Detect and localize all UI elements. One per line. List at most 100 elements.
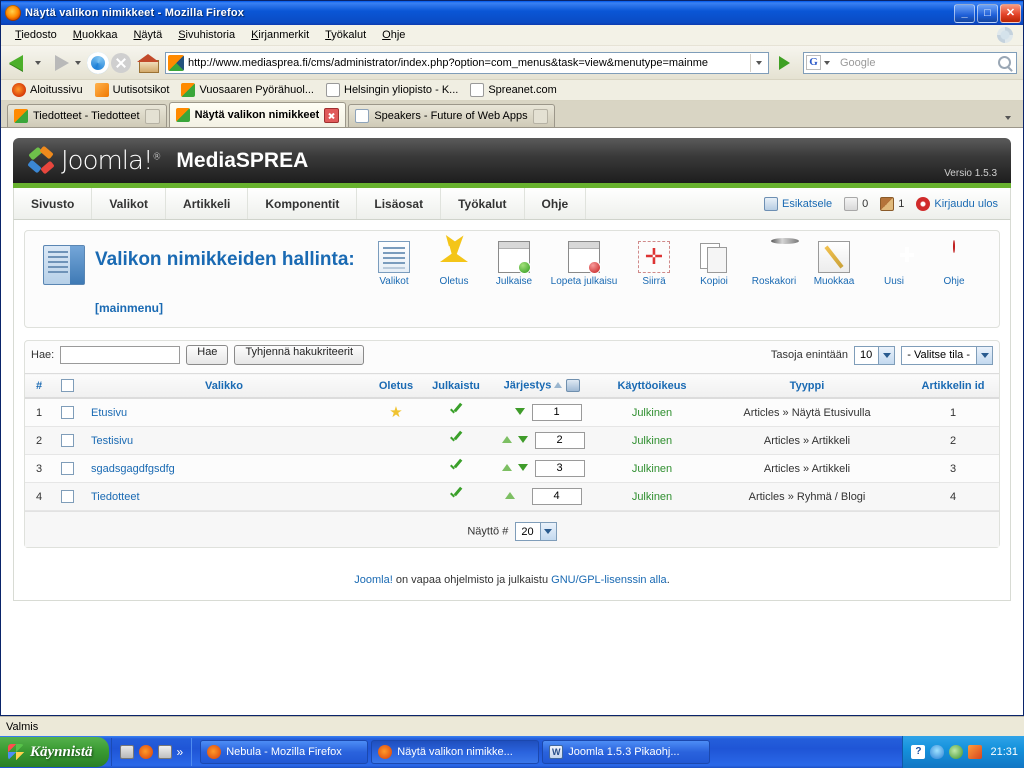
menu-item-view[interactable]: Näytä [125, 27, 170, 43]
col-julkaistu[interactable]: Julkaistu [425, 373, 487, 399]
select-all-checkbox[interactable] [60, 379, 74, 392]
tab-close-icon[interactable] [144, 108, 160, 124]
order-up-icon[interactable] [505, 492, 516, 500]
search-engine-chevron-down-icon[interactable] [824, 60, 830, 65]
taskbar-button-joomla-pikaohje[interactable]: W Joomla 1.5.3 Pikaohj... [542, 740, 711, 764]
joomla-menu-artikkeli[interactable]: Artikkeli [166, 188, 249, 219]
minimize-button[interactable]: _ [954, 3, 975, 23]
search-button[interactable]: Hae [186, 345, 229, 365]
order-input[interactable]: 1 [531, 404, 582, 421]
joomla-menu-valikot[interactable]: Valikot [92, 188, 167, 219]
bookmark-helsingin-yliopisto[interactable]: Helsingin yliopisto - K... [321, 82, 463, 98]
maximize-button[interactable]: □ [977, 3, 998, 23]
toolbar-button-uusi[interactable]: Uusi [865, 241, 923, 287]
toolbar-button-julkaise[interactable]: Julkaise [485, 241, 543, 287]
preview-link[interactable]: Esikatsele [764, 196, 832, 211]
taskbar-clock[interactable]: 21:31 [987, 746, 1018, 758]
bookmark-spreanet[interactable]: Spreanet.com [465, 82, 561, 98]
taskbar-button-nayta-valikon-nimikkeet[interactable]: Näytä valikon nimikke... [371, 740, 540, 764]
col-tyyppi[interactable]: Tyyppi [707, 373, 907, 399]
menu-item-history[interactable]: Sivuhistoria [170, 27, 243, 43]
row-checkbox[interactable] [60, 406, 74, 419]
col-kayttooikeus[interactable]: Käyttöoikeus [597, 373, 707, 399]
back-history-chevron-down-icon[interactable] [35, 60, 41, 65]
start-button[interactable]: Käynnistä [0, 737, 109, 767]
access-link[interactable]: Julkinen [632, 435, 672, 447]
order-input[interactable]: 4 [531, 488, 582, 505]
order-down-icon[interactable] [518, 464, 529, 472]
access-link[interactable]: Julkinen [632, 407, 672, 419]
tab-close-icon[interactable] [324, 107, 340, 123]
messages-indicator[interactable]: 0 [844, 196, 868, 211]
toolbar-button-oletus[interactable]: Oletus [425, 241, 483, 287]
security-shield-icon[interactable] [930, 745, 945, 759]
joomla-menu-sivusto[interactable]: Sivusto [14, 188, 93, 219]
col-oletus[interactable]: Oletus [367, 373, 425, 399]
address-bar[interactable]: http://www.mediasprea.fi/cms/administrat… [165, 51, 769, 74]
search-input[interactable] [60, 346, 181, 364]
toolbar-button-siirra[interactable]: Siirrä [625, 241, 683, 287]
online-users-indicator[interactable]: 1 [880, 196, 904, 211]
save-order-icon[interactable] [566, 379, 581, 392]
joomla-menu-ohje[interactable]: Ohje [525, 188, 587, 219]
published-check-icon[interactable] [449, 404, 463, 418]
menu-item-link[interactable]: sgadsgagdfgsdfg [91, 463, 175, 475]
taskbar-button-nebula[interactable]: Nebula - Mozilla Firefox [200, 740, 369, 764]
levels-select[interactable]: 10 [853, 345, 896, 365]
col-jarjestys[interactable]: Järjestys [487, 373, 597, 399]
bookmark-uutisotsikot[interactable]: Uutisotsikot [90, 82, 175, 98]
joomla-menu-lisaosat[interactable]: Lisäosat [357, 188, 442, 219]
tab-tiedotteet[interactable]: Tiedotteet - Tiedotteet [7, 104, 167, 127]
address-history-chevron-down-icon[interactable] [750, 53, 766, 72]
antivirus-tray-icon[interactable] [968, 745, 983, 759]
quick-launch-overflow-icon[interactable]: » [177, 745, 184, 759]
order-input[interactable]: 3 [534, 460, 585, 477]
firefox-quicklaunch-icon[interactable] [138, 745, 153, 759]
tab-nayta-valikon-nimikkeet[interactable]: Näytä valikon nimikkeet [168, 102, 347, 127]
tab-speakers-future-of-web-apps[interactable]: Speakers - Future of Web Apps [348, 104, 555, 127]
menu-item-help[interactable]: Ohje [374, 27, 413, 43]
bookmark-vuosaaren-pyorahuolto[interactable]: Vuosaaren Pyörähuol... [176, 82, 319, 98]
menu-item-tools[interactable]: Työkalut [317, 27, 374, 43]
logout-link[interactable]: Kirjaudu ulos [916, 196, 998, 211]
joomla-credit-brand[interactable]: Joomla! [354, 574, 393, 586]
search-bar[interactable]: G Google [803, 51, 1017, 74]
go-button[interactable] [773, 52, 795, 74]
row-checkbox[interactable] [60, 490, 74, 503]
order-down-icon[interactable] [518, 436, 529, 444]
order-down-icon[interactable] [515, 408, 526, 416]
state-select[interactable]: - Valitse tila - [901, 345, 993, 365]
row-checkbox[interactable] [60, 462, 74, 475]
bookmark-aloitussivu[interactable]: Aloitussivu [7, 82, 88, 98]
access-link[interactable]: Julkinen [632, 491, 672, 503]
back-icon[interactable] [7, 52, 33, 74]
toolbar-button-muokkaa[interactable]: Muokkaa [805, 241, 863, 287]
col-artikkelin-id[interactable]: Artikkelin id [907, 373, 999, 399]
search-icon[interactable] [998, 56, 1011, 69]
display-num-select[interactable]: 20 [515, 522, 557, 541]
toolbar-button-kopioi[interactable]: Kopioi [685, 241, 743, 287]
published-check-icon[interactable] [449, 432, 463, 446]
menu-item-bookmarks[interactable]: Kirjanmerkit [243, 27, 317, 43]
access-link[interactable]: Julkinen [632, 463, 672, 475]
google-engine-icon[interactable]: G [806, 55, 821, 70]
joomla-menu-komponentit[interactable]: Komponentit [248, 188, 358, 219]
joomla-menu-tyokalut[interactable]: Työkalut [441, 188, 525, 219]
menu-item-edit[interactable]: Muokkaa [65, 27, 126, 43]
toolbar-button-roskakori[interactable]: Roskakori [745, 241, 803, 287]
order-up-icon[interactable] [502, 464, 513, 472]
help-tray-icon[interactable]: ? [911, 745, 926, 759]
reset-filters-button[interactable]: Tyhjennä hakukriteerit [234, 345, 365, 365]
published-check-icon[interactable] [449, 488, 463, 502]
toolbar-button-valikot[interactable]: Valikot [365, 241, 423, 287]
col-valikko[interactable]: Valikko [81, 373, 367, 399]
menu-item-link[interactable]: Tiedotteet [91, 491, 140, 503]
search-input[interactable]: Google [834, 57, 998, 69]
toolbar-button-lopeta-julkaisu[interactable]: Lopeta julkaisu [545, 241, 623, 287]
tab-close-icon[interactable] [532, 108, 548, 124]
network-tray-icon[interactable] [949, 745, 964, 759]
menu-item-link[interactable]: Etusivu [91, 407, 127, 419]
home-icon[interactable] [137, 53, 159, 73]
order-input[interactable]: 2 [534, 432, 585, 449]
tab-list-chevron-down-icon[interactable] [1005, 116, 1011, 120]
